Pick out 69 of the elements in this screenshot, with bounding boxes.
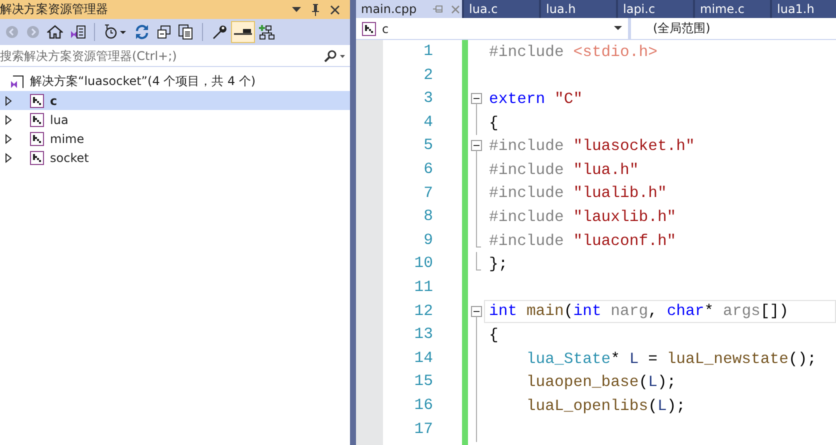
project-row[interactable]: c — [0, 91, 350, 110]
expand-arrow-icon[interactable] — [5, 114, 12, 124]
preview-icon — [234, 28, 252, 36]
caret-icon — [614, 26, 622, 31]
expand-arrow-icon[interactable] — [5, 134, 12, 144]
project-icon — [30, 132, 44, 146]
code-line: #include "lua.h" — [489, 160, 639, 180]
solution-label[interactable]: 解决方案“luasocket”(4 个项目，共 4 个) — [30, 73, 256, 90]
project-name: socket — [50, 150, 89, 164]
clock-icon — [103, 24, 127, 40]
copy-pages-icon — [178, 24, 194, 40]
line-number: 9 — [422, 230, 433, 251]
code-line: extern "C" — [489, 88, 583, 109]
panel-title: 解决方案资源管理器 — [0, 1, 108, 18]
line-number: 4 — [422, 112, 433, 133]
project-row[interactable]: socket — [0, 148, 350, 167]
project-dropdown[interactable]: c — [356, 18, 628, 39]
project-icon — [30, 94, 44, 108]
line-number: 7 — [422, 182, 433, 204]
diagram-icon — [259, 24, 275, 40]
line-number: 8 — [422, 206, 433, 228]
line-number: 10 — [413, 253, 433, 274]
pin-icon[interactable] — [311, 4, 320, 16]
search-icon[interactable] — [324, 50, 346, 62]
line-number: 17 — [413, 418, 433, 440]
code-line: luaopen_base(L); — [525, 372, 676, 392]
expand-arrow-icon[interactable] — [5, 152, 12, 162]
code-line: }; — [489, 254, 508, 274]
solution-icon — [10, 74, 24, 88]
code-line: int main(int narg, char* args[]) — [489, 301, 788, 322]
line-number: 6 — [422, 158, 433, 180]
code-line: #include "lualib.h" — [489, 183, 667, 204]
expand-arrow-icon[interactable] — [5, 96, 12, 106]
project-name: c — [50, 94, 58, 108]
home-icon — [47, 25, 63, 39]
project-icon — [30, 112, 44, 126]
code-line: lua_State* L = luaL_newstate(); — [525, 348, 817, 369]
line-number: 12 — [413, 300, 433, 322]
project-name: mime — [50, 132, 84, 146]
code-line: #include <stdio.h> — [489, 42, 658, 62]
line-number: 14 — [413, 348, 433, 369]
line-number: 16 — [413, 394, 433, 416]
collapse-all-icon — [157, 25, 171, 39]
code-line: { — [489, 112, 498, 133]
dropdown-icon[interactable] — [292, 6, 301, 12]
code-line: #include "lauxlib.h" — [489, 206, 676, 227]
project-row[interactable]: lua — [0, 110, 350, 129]
code-line: #include "luasocket.h" — [489, 136, 695, 156]
project-icon — [362, 22, 376, 36]
project-icon — [30, 150, 44, 164]
document-list-icon — [70, 24, 86, 40]
code-line: #include "luaconf.h" — [489, 230, 676, 251]
project-row[interactable]: mime — [0, 129, 350, 148]
line-number: 11 — [413, 276, 433, 298]
preview-button[interactable] — [231, 21, 255, 43]
refresh-icon — [134, 24, 150, 40]
line-number: 13 — [413, 324, 433, 346]
line-number: 3 — [422, 88, 433, 110]
code-line: { — [489, 324, 498, 345]
line-number: 5 — [422, 135, 433, 156]
scope-dropdown[interactable]: (全局范围) — [631, 18, 836, 39]
line-number: 1 — [422, 41, 433, 62]
search-field[interactable]: 搜索解决方案资源管理器(Ctrl+;) — [0, 49, 324, 63]
line-number: 2 — [422, 64, 433, 86]
code-line: luaL_openlibs(L); — [525, 396, 686, 416]
line-number: 15 — [413, 371, 433, 392]
close-icon[interactable] — [330, 4, 340, 14]
project-name: lua — [50, 112, 68, 126]
wrench-icon — [211, 24, 227, 40]
